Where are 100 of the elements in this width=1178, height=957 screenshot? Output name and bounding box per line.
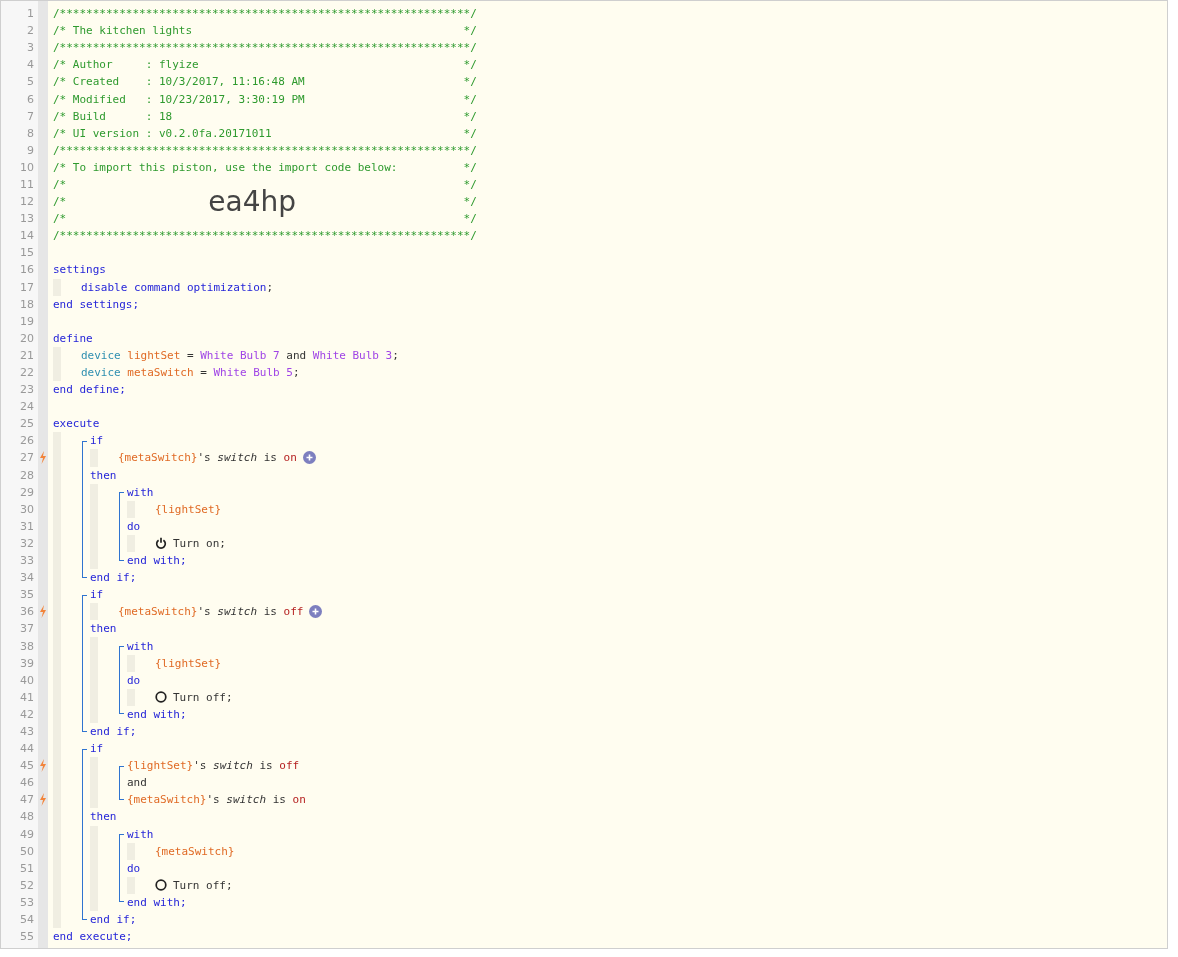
line-number: 20 — [20, 331, 34, 345]
keyword: with — [127, 639, 154, 653]
keyword: disable command optimization — [81, 280, 267, 294]
comment-text: /* — [53, 178, 67, 191]
keyword: end if; — [90, 725, 137, 738]
value-text: on — [292, 793, 306, 807]
variable-name: {metaSwitch} — [155, 844, 235, 858]
keyword: define — [53, 331, 93, 345]
line-number: 40 — [20, 673, 34, 687]
keyword: do — [127, 519, 141, 533]
comment-text: /**************************************************************/ — [53, 7, 477, 21]
attribute-name: switch — [213, 759, 253, 773]
line-number: 51 — [20, 861, 34, 875]
code-text: Turn off; — [173, 878, 233, 892]
code-text: = — [200, 366, 207, 379]
comment-text: */ — [463, 195, 477, 209]
code-text: = — [186, 348, 194, 362]
comment-text: */ — [463, 75, 477, 89]
line-number: 39 — [20, 656, 34, 670]
line-number: 33 — [20, 554, 34, 568]
variable-name: lightSet — [127, 348, 181, 362]
keyword: end with; — [127, 895, 187, 909]
line-number: 49 — [20, 827, 34, 841]
keyword: settings — [53, 263, 106, 277]
comment-text: /* Modified : 10/23/2017, 3:30:19 PM — [53, 92, 305, 106]
keyword: then — [90, 622, 117, 636]
comment-text: /* To import this piston, use the import code below: — [53, 160, 398, 174]
line-number: 52 — [20, 878, 34, 892]
line-number: 14 — [20, 229, 34, 243]
variable-name: metaSwitch — [127, 366, 194, 379]
code-text: Turn on; — [173, 536, 226, 550]
variable-name: {lightSet} — [155, 502, 222, 516]
line-number: 26 — [20, 434, 34, 448]
import-code: ea4hp — [208, 186, 296, 217]
keyword: end if; — [90, 571, 137, 585]
line-number: 10 — [20, 160, 34, 174]
device-name: White Bulb 3 — [312, 348, 393, 362]
line-number: 48 — [20, 810, 34, 824]
keyword: with — [127, 827, 154, 841]
block-bracket — [119, 834, 124, 903]
keyword: do — [127, 861, 141, 875]
keyword: end settings; — [53, 297, 140, 311]
line-number: 36 — [20, 605, 34, 619]
line-number: 17 — [20, 280, 34, 294]
variable-name: {metaSwitch} — [127, 793, 207, 807]
comment-text: /* Author : flyize — [53, 58, 199, 72]
comment-text: */ — [463, 126, 477, 140]
line-number: 1 — [27, 7, 34, 21]
block-bracket — [119, 645, 124, 715]
variable-name: {metaSwitch} — [118, 451, 198, 465]
line-number: 15 — [20, 246, 34, 260]
add-button[interactable] — [309, 605, 323, 619]
comment-text: */ — [463, 92, 477, 106]
code-text: ; — [292, 366, 300, 379]
block-bracket — [119, 765, 124, 800]
comment-text: */ — [463, 178, 477, 191]
comment-text: /**************************************************************/ — [53, 143, 477, 157]
code-text: ; — [392, 348, 399, 362]
line-number: 25 — [20, 417, 34, 431]
code-text: 's — [197, 605, 211, 619]
line-number: 34 — [20, 571, 34, 585]
keyword: with — [127, 485, 154, 499]
device-name: White Bulb 7 — [200, 348, 280, 362]
line-number: 42 — [20, 707, 34, 721]
line-number: 43 — [20, 725, 34, 738]
line-number: 16 — [20, 263, 34, 277]
comment-text: /**************************************************************/ — [53, 41, 477, 55]
line-number: 44 — [20, 742, 34, 756]
code-text: 's — [197, 451, 211, 465]
line-number: 22 — [20, 366, 34, 379]
line-number: 30 — [20, 502, 34, 516]
comment-text: */ — [463, 109, 477, 123]
line-number: 55 — [20, 930, 34, 944]
code-text: and — [127, 776, 147, 790]
comment-text: /* — [53, 195, 67, 209]
line-number: 27 — [20, 451, 34, 465]
line-number: 46 — [20, 776, 34, 790]
line-number: 41 — [20, 690, 34, 704]
line-number: 35 — [20, 588, 34, 602]
power-icon — [155, 537, 167, 550]
type-keyword: device — [81, 348, 121, 362]
keyword: end with; — [127, 707, 187, 721]
line-number: 7 — [27, 109, 34, 123]
keyword: if — [90, 742, 104, 756]
line-number: 2 — [27, 24, 34, 38]
code-text: 's — [193, 759, 207, 773]
add-button[interactable] — [302, 451, 316, 465]
comment-text: /* — [53, 212, 67, 226]
line-number: 18 — [20, 297, 34, 311]
line-number: 31 — [20, 519, 34, 533]
code-text: and — [286, 348, 307, 362]
keyword: if — [90, 434, 104, 448]
comment-text: /* Created : 10/3/2017, 11:16:48 AM — [53, 75, 305, 89]
comment-text: /* Build : 18 — [53, 109, 173, 123]
line-number: 32 — [20, 536, 34, 550]
line-number: 38 — [20, 639, 34, 653]
comment-text: */ — [463, 212, 477, 226]
code-text: Turn off; — [173, 690, 233, 704]
keyword: end with; — [127, 554, 187, 568]
line-number: 29 — [20, 485, 34, 499]
